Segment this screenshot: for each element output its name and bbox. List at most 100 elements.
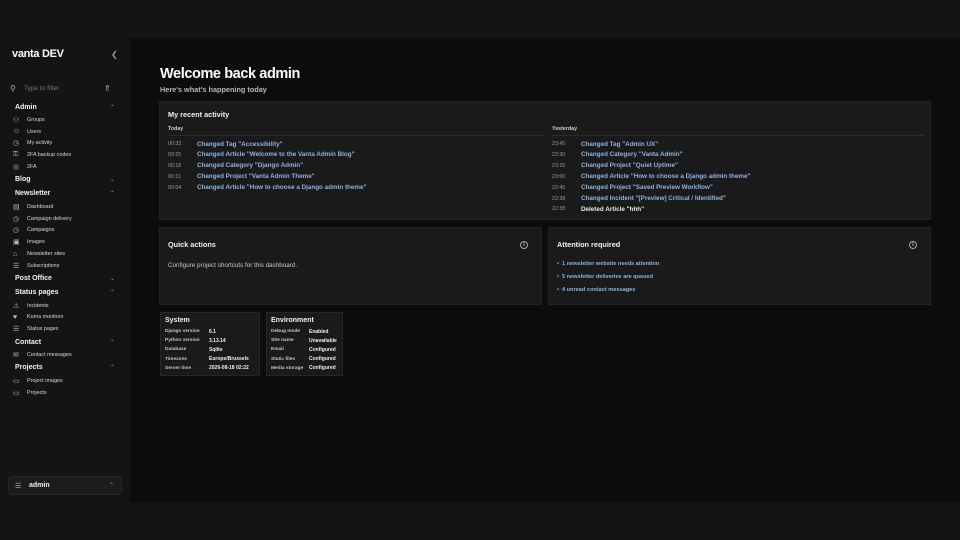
user-icon: ☺ [13,128,21,136]
sidebar-item-images[interactable]: ▣ Images [0,236,130,248]
sidebar-item-dashboard[interactable]: ▤ Dashboard [0,201,130,213]
info-icon[interactable]: i [520,241,528,249]
sidebar-item-campaigns[interactable]: ◷ Campaigns [0,225,130,237]
sidebar-item-campaign-delivery[interactable]: ◷ Campaign delivery [0,213,130,225]
attention-link[interactable]: 4 unread contact messages [562,287,635,293]
activity-time: 22:45 [552,184,566,191]
folder-icon: ▭ [13,389,20,397]
system-row: Server time 2026-08-18 02:22 [165,364,249,373]
nav-group-status-pages[interactable]: Status pages ⌃ [0,286,130,300]
user-menu[interactable]: ☰ admin ⌃ [8,476,122,495]
nav-group-label: Post Office [15,275,52,283]
activity-row: 23:30 Changed Category "Vanta Admin" [552,150,683,160]
nav-group-newsletter[interactable]: Newsletter ⌃ [0,187,130,201]
sidebar-item-label: Projects [27,389,47,396]
sidebar-item-status-pages[interactable]: ☰ Status pages [0,323,130,335]
sidebar-item-contact-messages[interactable]: ✉ Contact messages [0,349,130,361]
folder-icon: ▭ [13,377,20,385]
attention-item[interactable]: • 1 newsletter website needs attention [557,261,659,267]
system-key: Python version [165,338,200,344]
activity-time: 23:30 [552,151,566,158]
list-icon: ☰ [13,262,20,270]
sidebar-item-label: Incidents [27,302,49,309]
sidebar-item-my-activity[interactable]: ◷ My activity [0,138,130,150]
sidebar-item-label: Contact messages [27,352,72,359]
activity-row: 00:04 Changed Article "How to choose a Dj… [168,183,366,193]
activity-link[interactable]: Changed Tag "Accessibility" [197,141,283,148]
environment-row: Debug mode Enabled [271,327,328,336]
brand-logo[interactable]: vanta DEV [12,48,64,60]
activity-time: 22:38 [552,195,566,202]
chevron-up-icon: ⌃ [109,339,115,346]
dashboard-icon: ▤ [13,203,20,211]
sidebar-item-subscriptions[interactable]: ☰ Subscriptions [0,260,130,272]
activity-row: 00:18 Changed Category "Django Admin" [168,161,303,171]
sidebar-item-label: Newsletter sites [27,251,66,258]
nav-group-post-office[interactable]: Post Office ⌄ [0,272,130,286]
activity-time: 00:11 [168,173,181,180]
activity-row: 23:15 Changed Project "Quiet Uptime" [552,161,678,171]
sidebar-item-projects[interactable]: ▭ Projects [0,387,130,399]
activity-link[interactable]: Changed Article "Welcome to the Vanta Ad… [197,151,355,158]
nav-group-label: Status pages [15,289,59,297]
sidebar: vanta DEV ❮ ⚲ ⇑ Admin ⌃ ⚇ Groups ☺ Users ◷ My a… [0,38,130,502]
activity-link[interactable]: Changed Article "How to choose a Django … [197,184,366,191]
sidebar-item-project-images[interactable]: ▭ Project images [0,375,130,387]
yesterday-header: Yesterday [552,126,578,132]
attention-item[interactable]: • 5 newsletter deliveries are queued [557,274,653,280]
system-row: Django version 6.1 [165,327,216,336]
activity-link[interactable]: Changed Category "Vanta Admin" [581,151,683,158]
system-value: 6.1 [209,328,216,335]
nav-group-projects[interactable]: Projects ⌃ [0,361,130,375]
settings-sliders-icon: ☰ [15,482,22,490]
filter-input[interactable] [24,84,100,92]
environment-value: Unavailable [309,337,337,344]
environment-key: Debug mode [271,329,301,334]
sidebar-item-kuma-monitors[interactable]: ♥ Kuma monitors [0,312,130,324]
sidebar-nav: Admin ⌃ ⚇ Groups ☺ Users ◷ My activity ⚿ 2FA back… [0,100,130,399]
chevron-up-icon: ⌃ [109,365,115,372]
page-title: Welcome back admin [160,66,301,82]
sidebar-item-2fa-backup-codes[interactable]: ⚿ 2FA backup codes [0,149,130,161]
shield-icon: ◎ [13,164,20,172]
collapse-all-icon[interactable]: ⇑ [104,84,111,93]
system-value: Europe/Brussels [209,356,249,363]
sidebar-item-2fa[interactable]: ◎ 2FA [0,161,130,173]
activity-link[interactable]: Changed Project "Saved Preview Workflow" [581,184,713,191]
sidebar-item-newsletter-sites[interactable]: ⌂ Newsletter sites [0,248,130,260]
users-icon: ⚇ [13,116,20,124]
nav-group-label: Blog [15,176,31,184]
nav-group-admin[interactable]: Admin ⌃ [0,100,130,114]
nav-group-blog[interactable]: Blog ⌄ [0,173,130,187]
activity-link[interactable]: Changed Incident "[Preview] Critical / I… [581,195,726,202]
environment-row: Static files Configured [271,355,336,364]
activity-link[interactable]: Changed Tag "Admin UX" [581,141,658,148]
activity-link[interactable]: Changed Project "Vanta Admin Theme" [197,173,315,180]
info-icon[interactable]: i [909,241,917,249]
attention-link[interactable]: 1 newsletter website needs attention [562,261,659,267]
activity-link[interactable]: Changed Article "How to choose a Django … [581,173,750,180]
nav-group-contact[interactable]: Contact ⌃ [0,335,130,349]
activity-row: 00:33 Changed Tag "Accessibility" [168,139,283,149]
sidebar-item-groups[interactable]: ⚇ Groups [0,114,130,126]
environment-card: Environment Debug mode Enabled Site name Un… [266,312,343,376]
clock-icon: ◷ [13,215,20,223]
divider [552,135,924,136]
activity-link[interactable]: Changed Category "Django Admin" [197,162,303,169]
sidebar-item-users[interactable]: ☺ Users [0,126,130,138]
sidebar-item-incidents[interactable]: ⚠ Incidents [0,300,130,312]
environment-row: Media storage Configured [271,364,336,373]
system-row: Database Sqlite [165,345,223,354]
system-key: Server time [165,365,192,371]
activity-link[interactable]: Changed Project "Quiet Uptime" [581,162,678,169]
activity-row: 00:25 Changed Article "Welcome to the Van… [168,150,355,160]
sidebar-item-label: Kuma monitors [27,314,64,321]
nav-group-label: Admin [15,103,37,111]
mail-icon: ✉ [13,352,19,360]
environment-key: Email [271,347,284,353]
attention-link[interactable]: 5 newsletter deliveries are queued [562,274,653,280]
activity-row: 22:38 Changed Incident "[Preview] Critica… [552,194,726,204]
collapse-sidebar-icon[interactable]: ❮ [111,50,118,59]
sidebar-item-label: Dashboard [27,203,54,210]
attention-item[interactable]: • 4 unread contact messages [557,287,635,293]
